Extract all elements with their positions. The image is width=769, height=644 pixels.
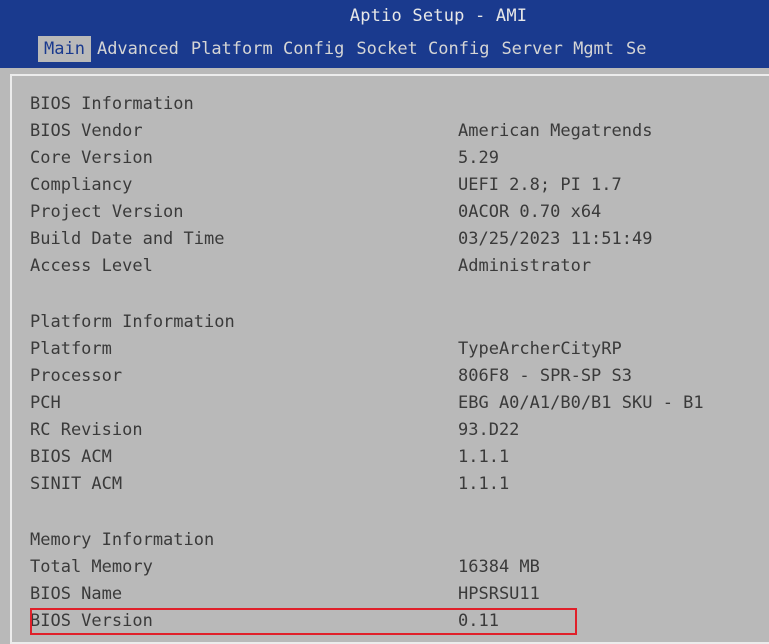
row-label: BIOS Vendor <box>30 121 143 141</box>
tab-advanced[interactable]: Advanced <box>91 36 185 62</box>
row-label: Processor <box>30 366 123 386</box>
row-label: Core Version <box>30 148 153 168</box>
row-label: Build Date and Time <box>30 229 225 249</box>
menu-tabs: Main Advanced Platform Config Socket Config… <box>38 36 653 62</box>
row-value: EBG A0/A1/B0/B1 SKU - B1 <box>458 393 704 413</box>
tab-socket-config[interactable]: Socket Config <box>350 36 495 62</box>
row-label: SINIT ACM <box>30 474 123 494</box>
row-value: 1.1.1 <box>458 474 510 494</box>
row-label: Platform <box>30 339 112 359</box>
row-value: TypeArcherCityRP <box>458 339 622 359</box>
row-value: 1.1.1 <box>458 447 510 467</box>
row-value: Administrator <box>458 256 592 276</box>
row-label: Access Level <box>30 256 153 276</box>
row-value: 16384 MB <box>458 557 540 577</box>
row-label: PCH <box>30 393 61 413</box>
row-label: Compliancy <box>30 175 133 195</box>
row-label: Project Version <box>30 202 184 222</box>
tab-platform-config[interactable]: Platform Config <box>185 36 351 62</box>
row-value: American Megatrends <box>458 121 653 141</box>
row-value: 0ACOR 0.70 x64 <box>458 202 602 222</box>
row-label: Total Memory <box>30 557 153 577</box>
row-value: 03/25/2023 11:51:49 <box>458 229 653 249</box>
row-label: BIOS Name <box>30 584 123 604</box>
setup-title: Aptio Setup - AMI <box>349 6 528 26</box>
row-label: RC Revision <box>30 420 143 440</box>
tab-server-mgmt[interactable]: Server Mgmt <box>495 36 620 62</box>
row-label: BIOS ACM <box>30 447 112 467</box>
row-value: HPSRSU11 <box>458 584 540 604</box>
bios-version-highlight-box <box>30 608 577 635</box>
row-value: 5.29 <box>458 148 499 168</box>
row-value: 806F8 - SPR-SP S3 <box>458 366 632 386</box>
title-bar: Aptio Setup - AMI Main Advanced Platform C… <box>0 0 769 68</box>
tab-main[interactable]: Main <box>38 36 91 62</box>
row-value: UEFI 2.8; PI 1.7 <box>458 175 622 195</box>
row-value: 93.D22 <box>458 420 520 440</box>
tab-security-truncated[interactable]: Se <box>620 36 652 62</box>
